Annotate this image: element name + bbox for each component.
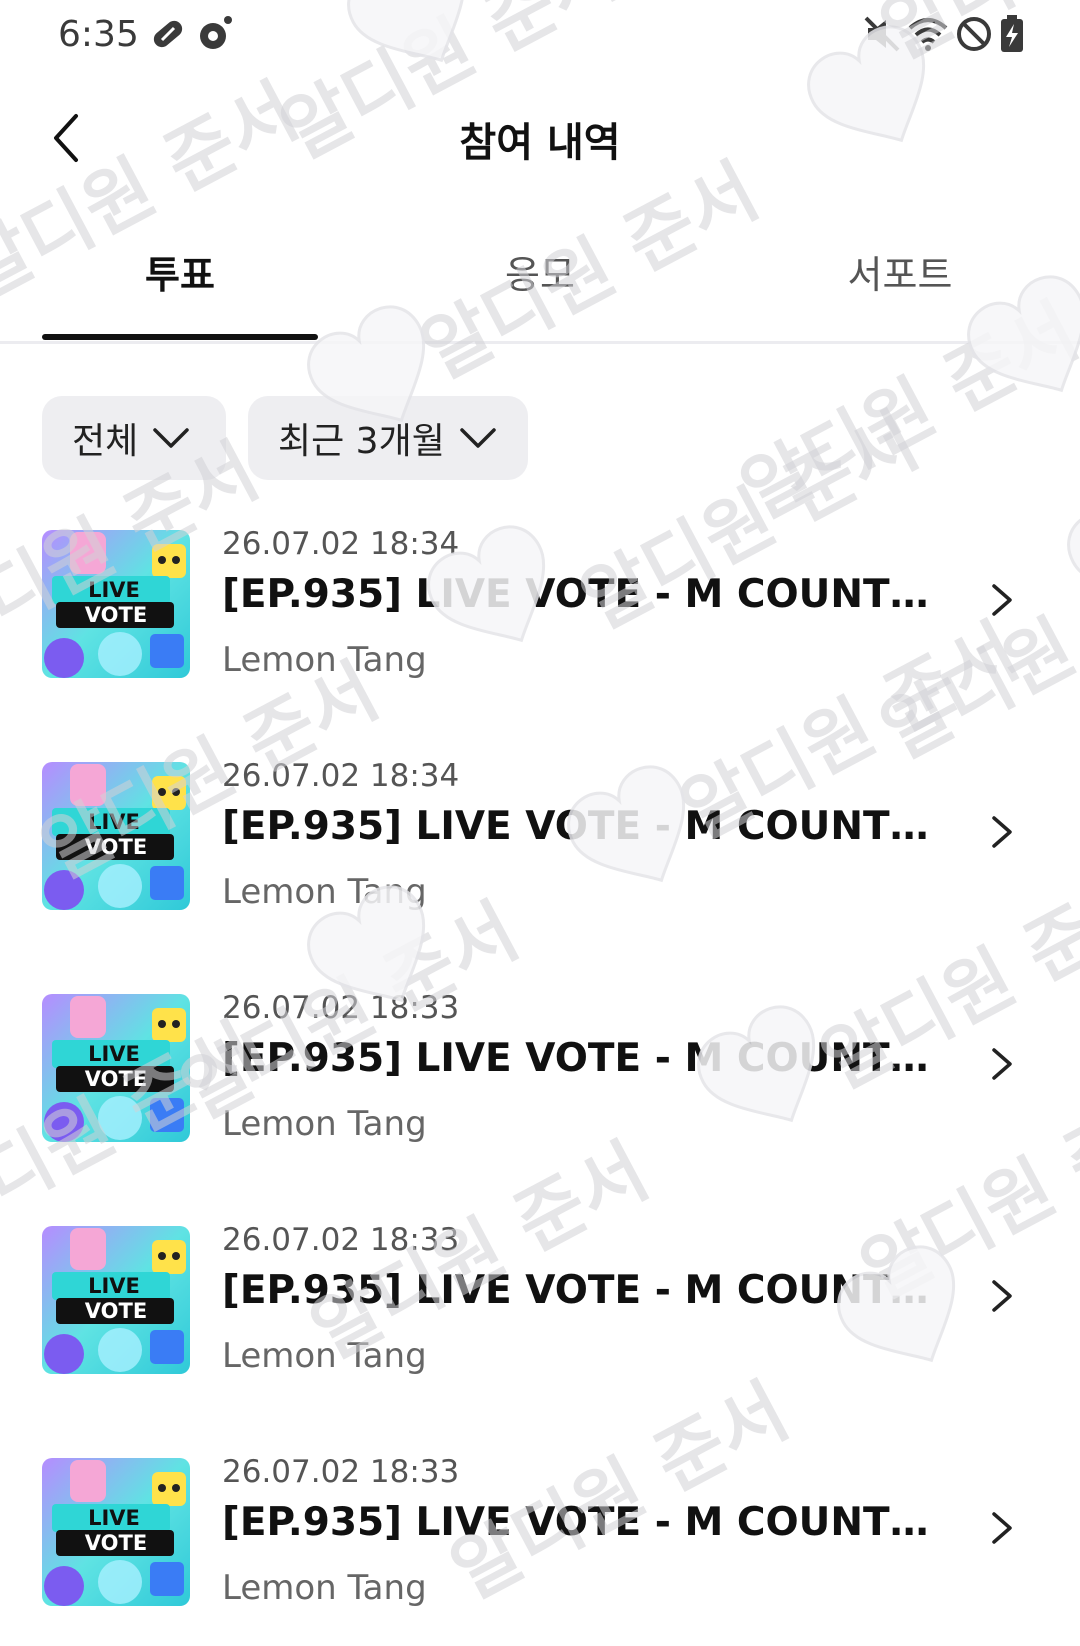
chevron-right-icon: [986, 1508, 1016, 1548]
item-date: 26.07.02 18:33: [222, 1222, 460, 1258]
tab-support[interactable]: 서포트: [762, 240, 1038, 344]
item-date: 26.07.02 18:33: [222, 1454, 460, 1490]
status-time: 6:35: [58, 14, 139, 55]
tab-label: 서포트: [847, 253, 953, 297]
list-item[interactable]: LIVE VOTE 26.07.02 18:33 [EP.935] LIVE V…: [0, 1216, 1080, 1448]
chevron-right-icon: [986, 580, 1016, 620]
item-artist: Lemon Tang: [222, 1336, 427, 1376]
svg-text:LIVE: LIVE: [88, 1042, 140, 1066]
list-item[interactable]: LIVE VOTE 26.07.02 18:33 [EP.935] LIVE V…: [0, 984, 1080, 1216]
item-date: 26.07.02 18:34: [222, 526, 460, 562]
filter-label: 전체: [72, 421, 139, 462]
chevron-right-icon: [986, 1276, 1016, 1316]
item-title: [EP.935] LIVE VOTE - M COUNTDOWN: [222, 1268, 942, 1313]
item-title: [EP.935] LIVE VOTE - M COUNTDOWN: [222, 804, 942, 849]
mute-icon: [862, 14, 902, 54]
status-bar: 6:35: [0, 0, 1080, 70]
watermark-mark: 알디원 준서: [728, 288, 1080, 536]
tab-bar: 투표 응모 서포트: [0, 240, 1080, 344]
item-artist: Lemon Tang: [222, 640, 427, 680]
item-date: 26.07.02 18:34: [222, 758, 460, 794]
chevron-right-icon: [986, 1044, 1016, 1084]
tab-entry[interactable]: 응모: [402, 240, 678, 344]
app-header: 참여 내역: [0, 90, 1080, 186]
item-date: 26.07.02 18:33: [222, 990, 460, 1026]
camera-dot-icon: [196, 14, 236, 54]
dnd-icon: [954, 14, 994, 54]
svg-text:LIVE: LIVE: [88, 1274, 140, 1298]
filter-label: 최근 3개월: [278, 421, 445, 462]
item-title: [EP.935] LIVE VOTE - M COUNTDOWN: [222, 1036, 942, 1081]
item-title: [EP.935] LIVE VOTE - M COUNTDOWN: [222, 1500, 942, 1545]
tab-label: 응모: [505, 253, 575, 297]
pill-icon: [148, 14, 188, 54]
live-vote-thumbnail: LIVE VOTE: [42, 762, 190, 910]
tab-label: 투표: [145, 253, 215, 297]
filter-category-dropdown[interactable]: 전체: [42, 396, 226, 480]
wifi-icon: [906, 14, 950, 54]
list-item[interactable]: LIVE VOTE 26.07.02 18:34 [EP.935] LIVE V…: [0, 752, 1080, 984]
list-item[interactable]: LIVE VOTE 26.07.02 18:34 [EP.935] LIVE V…: [0, 520, 1080, 752]
svg-text:VOTE: VOTE: [85, 835, 147, 859]
chevron-down-icon: [153, 428, 189, 448]
item-artist: Lemon Tang: [222, 872, 427, 912]
filter-period-dropdown[interactable]: 최근 3개월: [248, 396, 528, 480]
item-artist: Lemon Tang: [222, 1104, 427, 1144]
svg-text:LIVE: LIVE: [88, 578, 140, 602]
list-item[interactable]: LIVE VOTE 26.07.02 18:33 [EP.935] LIVE V…: [0, 1448, 1080, 1646]
svg-text:VOTE: VOTE: [85, 603, 147, 627]
svg-text:VOTE: VOTE: [85, 1531, 147, 1555]
item-title: [EP.935] LIVE VOTE - M COUNTDOWN: [222, 572, 942, 617]
live-vote-thumbnail: LIVE VOTE: [42, 1458, 190, 1606]
live-vote-thumbnail: LIVE VOTE: [42, 1226, 190, 1374]
svg-text:VOTE: VOTE: [85, 1299, 147, 1323]
chevron-down-icon: [460, 428, 496, 448]
svg-text:LIVE: LIVE: [88, 810, 140, 834]
item-artist: Lemon Tang: [222, 1568, 427, 1608]
battery-charging-icon: [998, 14, 1026, 54]
page-title: 참여 내역: [459, 120, 621, 166]
tab-vote[interactable]: 투표: [42, 240, 318, 344]
svg-text:LIVE: LIVE: [88, 1506, 140, 1530]
live-vote-thumbnail: LIVE VOTE: [42, 994, 190, 1142]
participation-history-screen: 6:35 참여 내역 투표 응모 서포트 전체 최근 3개월 LIVE VOTE…: [0, 0, 1080, 1646]
svg-text:VOTE: VOTE: [85, 1067, 147, 1091]
live-vote-thumbnail: LIVE VOTE: [42, 530, 190, 678]
chevron-right-icon: [986, 812, 1016, 852]
active-tab-indicator: [42, 334, 318, 340]
